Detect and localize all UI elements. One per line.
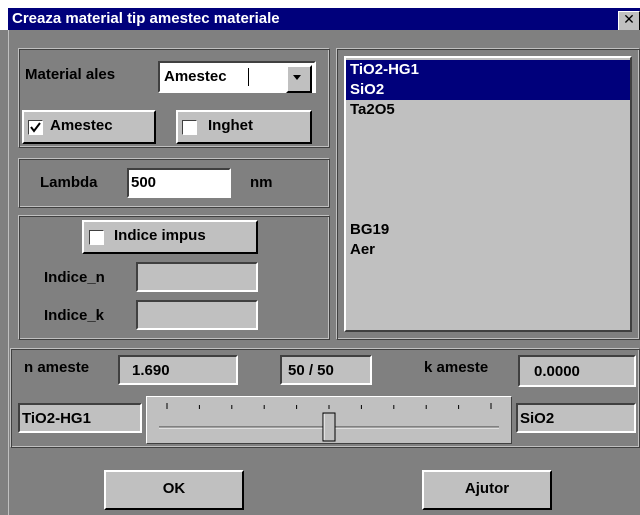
ratio-value: 50 / 50 bbox=[288, 362, 334, 379]
list-item[interactable]: SiO2 bbox=[346, 80, 630, 100]
material-label: Material ales bbox=[25, 66, 116, 83]
window-title: Creaza material tip amestec materiale bbox=[12, 10, 280, 27]
list-item[interactable] bbox=[346, 180, 630, 200]
slider-track bbox=[159, 403, 499, 442]
lambda-input-value: 500 bbox=[131, 174, 157, 191]
list-item[interactable]: BG19 bbox=[346, 220, 630, 240]
slider-thumb[interactable] bbox=[322, 412, 336, 442]
inghet-checkbox[interactable]: Inghet bbox=[176, 110, 312, 144]
indice-n-label: Indice_n bbox=[44, 269, 105, 286]
material-list: TiO2-HG1 SiO2 Ta2O5 BG19 Aer bbox=[346, 60, 630, 260]
ratio-box: 50 / 50 bbox=[280, 355, 372, 385]
indice-k-input[interactable] bbox=[136, 300, 258, 330]
k-ameste-label: k ameste bbox=[424, 359, 489, 376]
material-listbox[interactable]: TiO2-HG1 SiO2 Ta2O5 BG19 Aer bbox=[344, 56, 632, 332]
indice-k-label: Indice_k bbox=[44, 307, 105, 324]
mix-slider[interactable] bbox=[146, 396, 512, 444]
n-ameste-value: 1.690 bbox=[132, 362, 170, 379]
right-material-box: SiO2 bbox=[516, 403, 636, 433]
chevron-down-icon bbox=[293, 75, 301, 80]
left-material: TiO2-HG1 bbox=[22, 410, 91, 427]
list-item[interactable] bbox=[346, 160, 630, 180]
amestec-check-box[interactable] bbox=[28, 120, 43, 135]
material-select[interactable]: Amestec bbox=[158, 61, 316, 93]
n-ameste-value-box: 1.690 bbox=[118, 355, 238, 385]
k-ameste-value: 0.0000 bbox=[534, 363, 580, 380]
n-ameste-label: n ameste bbox=[24, 359, 90, 376]
title-bar: Creaza material tip amestec materiale ✕ bbox=[0, 0, 640, 31]
dropdown-button[interactable] bbox=[286, 65, 312, 93]
inghet-label: Inghet bbox=[208, 117, 253, 134]
list-item[interactable] bbox=[346, 120, 630, 140]
list-item[interactable]: Ta2O5 bbox=[346, 100, 630, 120]
lambda-input[interactable]: 500 bbox=[127, 168, 231, 198]
lambda-unit: nm bbox=[250, 174, 273, 191]
k-ameste-value-box: 0.0000 bbox=[518, 355, 636, 387]
right-material: SiO2 bbox=[520, 410, 555, 427]
title-bar-strip: Creaza material tip amestec materiale bbox=[8, 8, 640, 30]
indice-n-input[interactable] bbox=[136, 262, 258, 292]
list-item[interactable] bbox=[346, 200, 630, 220]
indice-impus-check-box[interactable] bbox=[89, 230, 104, 245]
list-item[interactable]: Aer bbox=[346, 240, 630, 260]
checkmark-icon bbox=[30, 122, 41, 133]
left-material-box: TiO2-HG1 bbox=[18, 403, 142, 433]
help-button[interactable]: Ajutor bbox=[422, 470, 552, 510]
indice-impus-label: Indice impus bbox=[114, 227, 206, 244]
ok-button[interactable]: OK bbox=[104, 470, 244, 510]
list-item[interactable] bbox=[346, 140, 630, 160]
close-icon[interactable]: ✕ bbox=[618, 11, 640, 31]
amestec-checkbox[interactable]: Amestec bbox=[22, 110, 156, 144]
list-item[interactable]: TiO2-HG1 bbox=[346, 60, 630, 80]
material-select-value: Amestec bbox=[164, 68, 227, 85]
indice-impus-checkbox[interactable]: Indice impus bbox=[82, 220, 258, 254]
text-cursor bbox=[248, 68, 249, 86]
lambda-label: Lambda bbox=[40, 174, 98, 191]
inghet-check-box[interactable] bbox=[182, 120, 197, 135]
amestec-label: Amestec bbox=[50, 117, 113, 134]
